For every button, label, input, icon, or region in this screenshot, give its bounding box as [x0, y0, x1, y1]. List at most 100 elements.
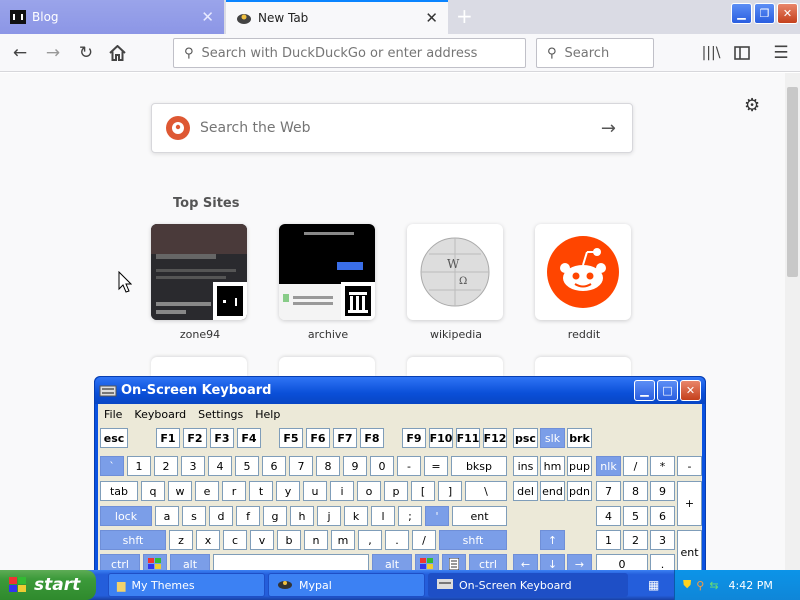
key-hm[interactable]: hm: [540, 456, 565, 476]
key-f6[interactable]: F6: [306, 428, 330, 448]
menu-file[interactable]: File: [104, 408, 122, 421]
key-i[interactable]: i: [330, 481, 354, 501]
key-f4[interactable]: F4: [237, 428, 261, 448]
key-5[interactable]: 5: [235, 456, 259, 476]
top-site-placeholder[interactable]: [407, 357, 503, 377]
key-num-5[interactable]: 5: [623, 506, 648, 526]
library-icon[interactable]: |||\: [700, 42, 722, 64]
key-1[interactable]: 1: [127, 456, 151, 476]
reload-icon[interactable]: ↻: [75, 42, 97, 64]
key-num-9[interactable]: 9: [650, 481, 675, 501]
task-my-themes[interactable]: ▆ My Themes: [108, 573, 265, 597]
key-2[interactable]: 2: [154, 456, 178, 476]
key-asterisk[interactable]: *: [650, 456, 675, 476]
menu-settings[interactable]: Settings: [198, 408, 243, 421]
top-site-archive[interactable]: archive: [279, 224, 377, 341]
osk-minimize-button[interactable]: ▁: [634, 380, 655, 401]
key-enter[interactable]: ent: [452, 506, 507, 526]
key-f1[interactable]: F1: [156, 428, 180, 448]
top-site-reddit[interactable]: reddit: [535, 224, 633, 341]
key-7[interactable]: 7: [289, 456, 313, 476]
key-lbracket[interactable]: [: [411, 481, 435, 501]
new-tab-plus-icon[interactable]: +: [456, 4, 473, 28]
key-q[interactable]: q: [141, 481, 165, 501]
key-a[interactable]: a: [155, 506, 179, 526]
url-bar[interactable]: ⚲: [173, 38, 526, 68]
key-e[interactable]: e: [195, 481, 219, 501]
key-r[interactable]: r: [222, 481, 246, 501]
back-icon[interactable]: ←: [9, 42, 31, 64]
osk-maximize-button[interactable]: □: [657, 380, 678, 401]
web-search-input[interactable]: [200, 120, 590, 136]
key-k[interactable]: k: [344, 506, 368, 526]
key-3[interactable]: 3: [181, 456, 205, 476]
forward-icon[interactable]: →: [42, 42, 64, 64]
key-psc[interactable]: psc: [513, 428, 538, 448]
key-fwdslash[interactable]: /: [412, 530, 436, 550]
sidebar-icon[interactable]: [731, 42, 753, 64]
key-f12[interactable]: F12: [483, 428, 507, 448]
key-tab[interactable]: tab: [100, 481, 138, 501]
key-d[interactable]: d: [209, 506, 233, 526]
key-shift-right[interactable]: shft: [439, 530, 507, 550]
key-u[interactable]: u: [303, 481, 327, 501]
key-g[interactable]: g: [263, 506, 287, 526]
key-p[interactable]: p: [384, 481, 408, 501]
menu-icon[interactable]: ☰: [770, 42, 792, 64]
key-pup[interactable]: pup: [567, 456, 592, 476]
key-f7[interactable]: F7: [333, 428, 357, 448]
key-f10[interactable]: F10: [429, 428, 453, 448]
key-shift-left[interactable]: shft: [100, 530, 166, 550]
key-f11[interactable]: F11: [456, 428, 480, 448]
tab-blog[interactable]: Blog ✕: [0, 0, 224, 34]
key-f[interactable]: f: [236, 506, 260, 526]
key-v[interactable]: v: [250, 530, 274, 550]
top-site-wikipedia[interactable]: W Ω wikipedia: [407, 224, 505, 341]
key-s[interactable]: s: [182, 506, 206, 526]
key-del[interactable]: del: [513, 481, 538, 501]
key-quote[interactable]: ': [425, 506, 449, 526]
key-num-plus[interactable]: +: [677, 481, 702, 526]
key-j[interactable]: j: [317, 506, 341, 526]
key-0[interactable]: 0: [370, 456, 394, 476]
key-num-4[interactable]: 4: [596, 506, 621, 526]
key-l[interactable]: l: [371, 506, 395, 526]
key-c[interactable]: c: [223, 530, 247, 550]
key-f2[interactable]: F2: [183, 428, 207, 448]
key-num-3[interactable]: 3: [650, 530, 675, 550]
close-tab-icon[interactable]: ✕: [425, 9, 438, 27]
settings-gear-icon[interactable]: ⚙: [744, 95, 760, 116]
key-8[interactable]: 8: [316, 456, 340, 476]
key-slash[interactable]: /: [623, 456, 648, 476]
key-t[interactable]: t: [249, 481, 273, 501]
key-h[interactable]: h: [290, 506, 314, 526]
minimize-button[interactable]: ▁: [731, 3, 752, 24]
key-nlk[interactable]: nlk: [596, 456, 621, 476]
key-num-1[interactable]: 1: [596, 530, 621, 550]
key-z[interactable]: z: [169, 530, 193, 550]
scrollbar-thumb[interactable]: [787, 87, 798, 277]
close-window-button[interactable]: ✕: [777, 3, 798, 24]
osk-close-button[interactable]: ✕: [680, 380, 701, 401]
key-num-2[interactable]: 2: [623, 530, 648, 550]
arrow-right-icon[interactable]: →: [601, 118, 616, 139]
security-shield-icon[interactable]: ⛊: [683, 578, 691, 592]
key-num-minus[interactable]: -: [677, 456, 702, 476]
key-6[interactable]: 6: [262, 456, 286, 476]
key-capslock[interactable]: lock: [100, 506, 152, 526]
osk-title-bar[interactable]: On-Screen Keyboard ▁ □ ✕: [95, 377, 705, 404]
search-input[interactable]: [564, 45, 645, 61]
key-esc[interactable]: esc: [100, 428, 128, 448]
key-num-7[interactable]: 7: [596, 481, 621, 501]
key-end[interactable]: end: [540, 481, 565, 501]
tab-new-tab[interactable]: New Tab ✕: [226, 0, 448, 34]
key-f9[interactable]: F9: [402, 428, 426, 448]
home-icon[interactable]: [106, 42, 128, 64]
key-equals[interactable]: =: [424, 456, 448, 476]
task-on-screen-keyboard[interactable]: On-Screen Keyboard: [428, 573, 628, 597]
key-b[interactable]: b: [277, 530, 301, 550]
top-site-zone94[interactable]: zone94: [151, 224, 249, 341]
network-icon[interactable]: ⇆: [709, 579, 718, 592]
key-comma[interactable]: ,: [358, 530, 382, 550]
key-slk[interactable]: slk: [540, 428, 565, 448]
